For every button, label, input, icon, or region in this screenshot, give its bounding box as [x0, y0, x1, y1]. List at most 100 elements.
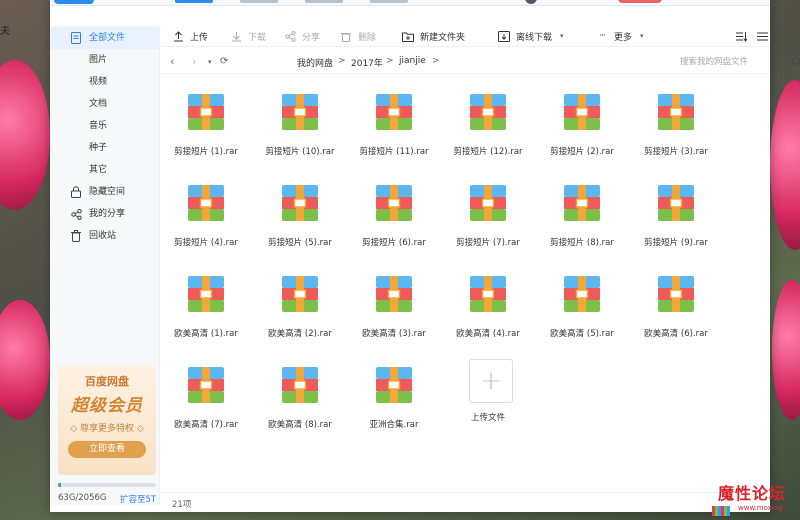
sidebar-item-label: 隐藏空间 [89, 187, 126, 197]
breadcrumb-separator: > [386, 56, 394, 66]
archive-icon [282, 185, 318, 221]
archive-icon [376, 276, 412, 312]
sidebar-item-videos[interactable]: 视频 [50, 71, 160, 93]
list-view-icon [756, 30, 768, 42]
sidebar-item-hidden-space[interactable]: 隐藏空间 [50, 181, 160, 203]
upload-icon [172, 30, 184, 42]
file-item[interactable]: 欧美高清 (4).rar [443, 256, 533, 339]
archive-icon [188, 94, 224, 130]
download-button[interactable]: 下载 [230, 25, 266, 47]
file-item[interactable]: 欧美高清 (5).rar [537, 256, 627, 339]
file-item[interactable]: 欧美高清 (6).rar [631, 256, 721, 339]
upload-button[interactable]: 上传 [172, 25, 208, 47]
archive-icon [376, 185, 412, 221]
new-folder-button[interactable]: 新建文件夹 [402, 25, 465, 47]
promo-view-button[interactable]: 立即查看 [68, 441, 146, 458]
sidebar-item-all-files[interactable]: 全部文件 [50, 27, 160, 49]
sidebar-item-recycle-bin[interactable]: 回收站 [50, 225, 160, 247]
archive-icon [282, 94, 318, 130]
breadcrumb-current[interactable]: jianjie [399, 56, 426, 66]
share-icon [70, 208, 82, 220]
breadcrumb-year[interactable]: 2017年 [351, 56, 383, 69]
refresh-icon[interactable]: ⟳ [220, 56, 228, 67]
file-item[interactable]: 剪接短片 (5).rar [255, 165, 345, 248]
search-input[interactable]: 搜索我的网盘文件 [672, 53, 800, 71]
sidebar-item-torrents[interactable]: 种子 [50, 137, 160, 159]
view-mode-button[interactable] [756, 25, 774, 47]
sidebar: 全部文件 图片 视频 文档 音乐 种子 其它 隐藏空间 我的分享 回收站 百度网… [50, 25, 160, 505]
sidebar-item-my-share[interactable]: 我的分享 [50, 203, 160, 225]
watermark-text: 魔性论坛 [718, 484, 787, 503]
file-item[interactable]: 剪接短片 (2).rar [537, 74, 627, 157]
file-item[interactable]: 剪接短片 (11).rar [349, 74, 439, 157]
file-item[interactable]: 剪接短片 (6).rar [349, 165, 439, 248]
file-name: 剪接短片 (5).rar [268, 238, 332, 248]
download-label: 下载 [248, 32, 267, 43]
archive-icon [188, 185, 224, 221]
file-item[interactable]: 剪接短片 (12).rar [443, 74, 533, 157]
archive-icon [470, 185, 506, 221]
share-button[interactable]: 分享 [284, 25, 320, 47]
archive-icon [564, 276, 600, 312]
file-item[interactable]: 欧美高清 (2).rar [255, 256, 345, 339]
tab-transfer[interactable] [240, 0, 278, 3]
file-item[interactable]: 欧美高清 (1).rar [161, 256, 251, 339]
file-item[interactable]: 欧美高清 (3).rar [349, 256, 439, 339]
delete-button[interactable]: 删除 [340, 25, 376, 47]
vip-badge[interactable] [618, 0, 662, 3]
status-bar: 21项 [160, 492, 770, 512]
file-item[interactable]: 剪接短片 (1).rar [161, 74, 251, 157]
tab-friends[interactable] [305, 0, 343, 3]
chevron-down-icon: ▾ [640, 32, 644, 40]
storage-bar [58, 483, 156, 487]
file-name: 剪接短片 (4).rar [174, 238, 238, 248]
file-name: 剪接短片 (3).rar [644, 147, 708, 157]
sidebar-item-label: 种子 [89, 143, 108, 153]
storage-usage-text: 63G/2056G [58, 493, 107, 503]
file-item[interactable]: 剪接短片 (3).rar [631, 74, 721, 157]
file-name: 剪接短片 (11).rar [359, 147, 429, 157]
sidebar-item-images[interactable]: 图片 [50, 49, 160, 71]
file-item[interactable]: 欧美高清 (8).rar [255, 347, 345, 430]
breadcrumb-root[interactable]: 我的网盘 [297, 56, 333, 69]
file-item[interactable]: 剪接短片 (4).rar [161, 165, 251, 248]
history-dropdown-icon[interactable]: ▾ [208, 58, 212, 66]
file-name: 剪接短片 (10).rar [265, 147, 335, 157]
share-icon [284, 30, 296, 42]
cloud-download-icon [498, 30, 510, 42]
file-item[interactable]: 亚洲合集.rar [349, 347, 439, 430]
watermark-url: www.moxing [738, 504, 783, 512]
sidebar-item-label: 文档 [89, 99, 108, 109]
file-name: 欧美高清 (6).rar [644, 329, 708, 339]
archive-icon [658, 276, 694, 312]
app-logo [54, 0, 94, 4]
file-item[interactable]: 欧美高清 (7).rar [161, 347, 251, 430]
storage-indicator: 63G/2056G 扩容至5T [58, 483, 156, 505]
forward-arrow-icon[interactable]: › [192, 55, 196, 68]
file-item[interactable]: 剪接短片 (8).rar [537, 165, 627, 248]
sidebar-item-docs[interactable]: 文档 [50, 93, 160, 115]
file-grid: 剪接短片 (1).rar 剪接短片 (10).rar 剪接短片 (11).rar 剪接… [160, 74, 770, 489]
sidebar-item-other[interactable]: 其它 [50, 159, 160, 181]
tab-feature[interactable] [370, 0, 408, 3]
archive-icon [188, 367, 224, 403]
expand-storage-link[interactable]: 扩容至5T [120, 493, 156, 505]
sort-button[interactable] [736, 25, 754, 47]
upload-file-tile[interactable]: + 上传文件 [443, 347, 533, 427]
avatar[interactable] [525, 0, 537, 4]
tab-netdisk[interactable] [175, 0, 213, 3]
file-item[interactable]: 剪接短片 (7).rar [443, 165, 533, 248]
upload-file-label: 上传文件 [470, 413, 505, 423]
title-bar [50, 0, 770, 6]
super-vip-promo[interactable]: 百度网盘 超级会员 ◇ 尊享更多特权 ◇ 立即查看 [58, 365, 156, 475]
sort-icon [736, 30, 748, 42]
file-item[interactable]: 剪接短片 (9).rar [631, 165, 721, 248]
sidebar-item-music[interactable]: 音乐 [50, 115, 160, 137]
file-item[interactable]: 剪接短片 (10).rar [255, 74, 345, 157]
search-icon [792, 56, 800, 74]
more-button[interactable]: ··· 更多 ▾ [596, 25, 644, 47]
offline-download-button[interactable]: 离线下载 ▾ [498, 25, 564, 47]
back-arrow-icon[interactable]: ‹ [170, 55, 174, 68]
sidebar-item-label: 图片 [89, 55, 108, 65]
watermark-logo [712, 506, 730, 516]
